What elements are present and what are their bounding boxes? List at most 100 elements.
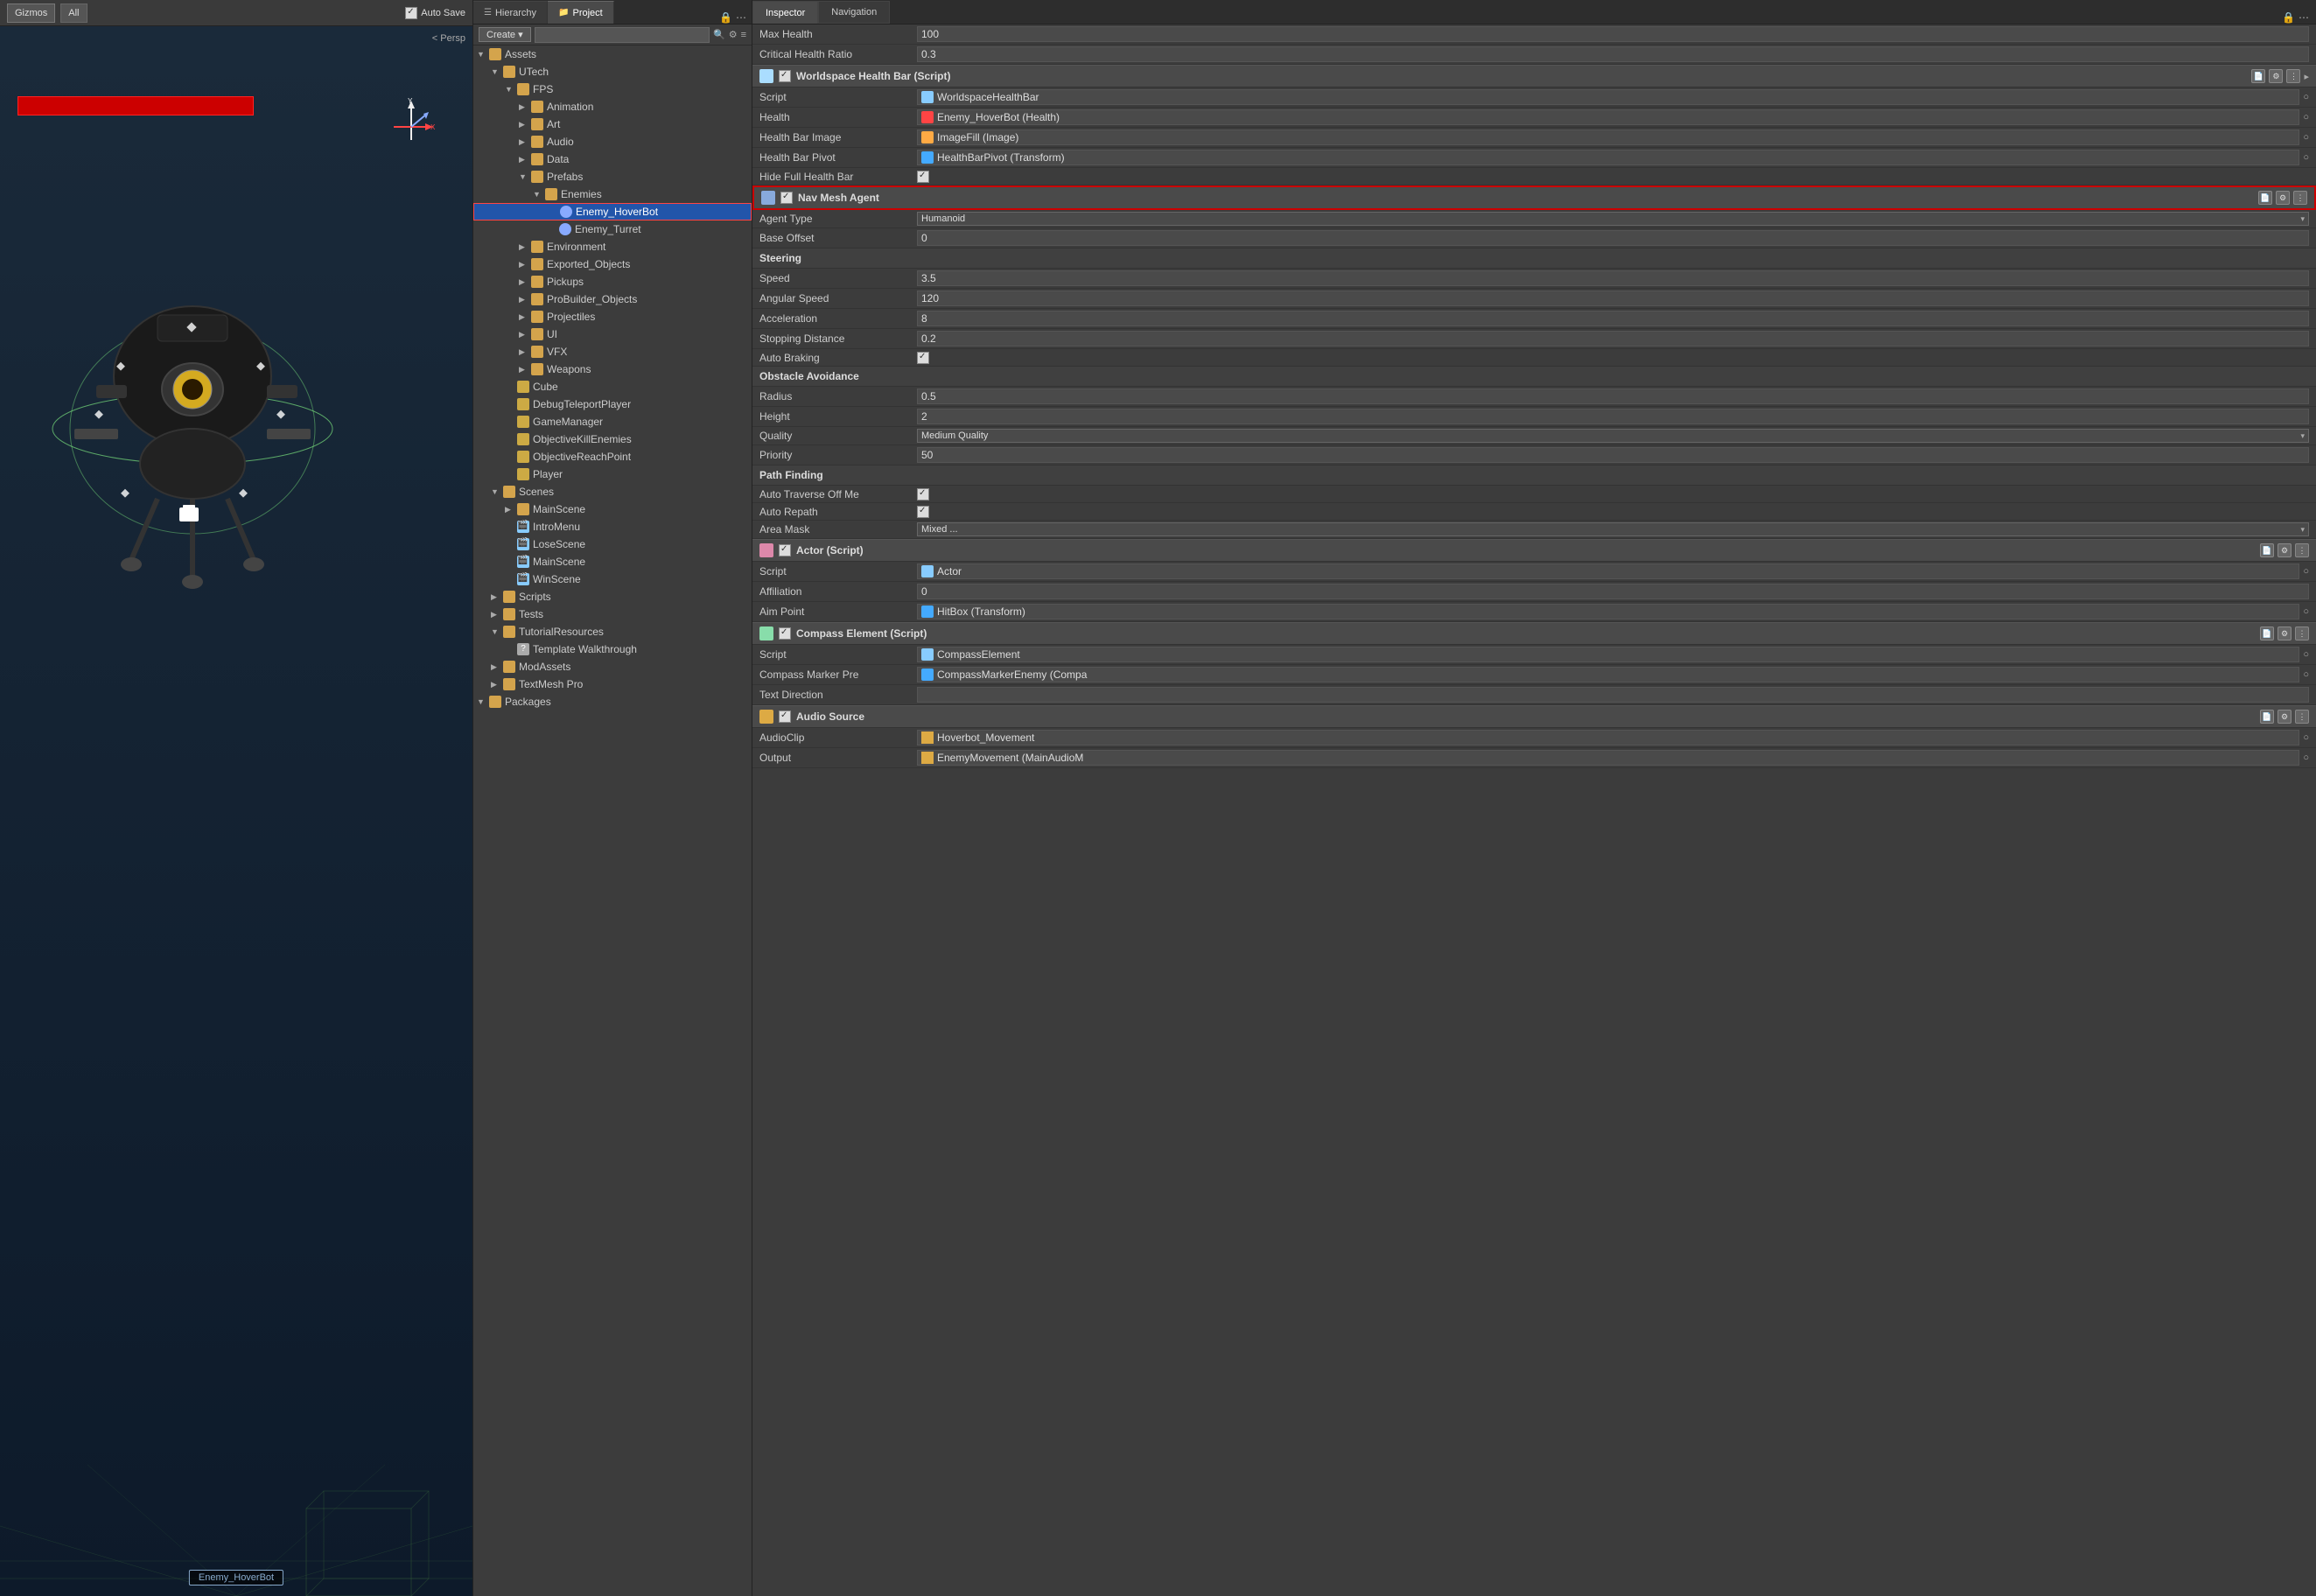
scene-canvas[interactable]: Y X: [0, 26, 472, 1596]
worldspace-gear-icon[interactable]: ⚙: [2269, 69, 2283, 83]
navmesh-edit-icon[interactable]: 📄: [2258, 191, 2272, 205]
tree-item-pickups[interactable]: ▶Pickups: [473, 273, 752, 290]
worldspace-enabled-checkbox[interactable]: [779, 70, 791, 82]
tree-item-tutorialresources[interactable]: ▼TutorialResources: [473, 623, 752, 640]
auto-save-toggle[interactable]: Auto Save: [405, 7, 465, 19]
tree-item-probuilder_objects[interactable]: ▶ProBuilder_Objects: [473, 290, 752, 308]
compass-gear-icon[interactable]: ⚙: [2278, 626, 2292, 640]
lock-icon[interactable]: 🔒: [719, 11, 732, 24]
tree-item-player[interactable]: Player: [473, 466, 752, 483]
agent-type-dropdown[interactable]: Humanoid ▾: [917, 212, 2309, 226]
health-value[interactable]: Enemy_HoverBot (Health): [917, 109, 2299, 125]
tree-item-debugteleportplayer[interactable]: DebugTeleportPlayer: [473, 396, 752, 413]
search-input[interactable]: [535, 27, 710, 43]
tree-item-textmeshpro[interactable]: ▶TextMesh Pro: [473, 676, 752, 693]
tree-item-enemy_turret[interactable]: Enemy_Turret: [473, 220, 752, 238]
tree-item-objectivereachpoint[interactable]: ObjectiveReachPoint: [473, 448, 752, 466]
acceleration-value[interactable]: 8: [917, 311, 2309, 326]
actor-enabled-checkbox[interactable]: [779, 544, 791, 556]
tree-item-ui[interactable]: ▶UI: [473, 326, 752, 343]
area-mask-dropdown[interactable]: Mixed ... ▾: [917, 522, 2309, 536]
compass-section[interactable]: Compass Element (Script) 📄 ⚙ ⋮: [752, 622, 2316, 645]
tree-item-winscene[interactable]: 🎬WinScene: [473, 570, 752, 588]
tab-project[interactable]: 📁 Project: [548, 1, 614, 24]
height-value[interactable]: 2: [917, 409, 2309, 424]
tree-item-cube[interactable]: Cube: [473, 378, 752, 396]
tree-item-vfx[interactable]: ▶VFX: [473, 343, 752, 360]
priority-value[interactable]: 50: [917, 447, 2309, 463]
worldspace-healthbar-section[interactable]: Worldspace Health Bar (Script) 📄 ⚙ ⋮ ▸: [752, 65, 2316, 88]
tree-item-losescene[interactable]: 🎬LoseScene: [473, 536, 752, 553]
tree-item-projectiles[interactable]: ▶Projectiles: [473, 308, 752, 326]
tree-item-weapons[interactable]: ▶Weapons: [473, 360, 752, 378]
auto-braking-checkbox[interactable]: [917, 352, 929, 364]
worldspace-edit-icon[interactable]: 📄: [2251, 69, 2265, 83]
tab-inspector[interactable]: Inspector: [752, 1, 818, 24]
tree-item-prefabs[interactable]: ▼Prefabs: [473, 168, 752, 186]
compass-marker-value[interactable]: CompassMarkerEnemy (Compa: [917, 667, 2299, 682]
tree-item-template_walkthrough[interactable]: ?Template Walkthrough: [473, 640, 752, 658]
more-icon[interactable]: ⋯: [736, 11, 746, 24]
actor-section[interactable]: Actor (Script) 📄 ⚙ ⋮: [752, 539, 2316, 562]
tree-item-scripts[interactable]: ▶Scripts: [473, 588, 752, 606]
tree-item-enemies[interactable]: ▼Enemies: [473, 186, 752, 203]
output-value[interactable]: EnemyMovement (MainAudioM: [917, 750, 2299, 766]
compass-script-value[interactable]: CompassElement: [917, 647, 2299, 662]
base-offset-value[interactable]: 0: [917, 230, 2309, 246]
audio-enabled-checkbox[interactable]: [779, 710, 791, 723]
tree-item-assets[interactable]: ▼Assets: [473, 46, 752, 63]
quality-dropdown[interactable]: Medium Quality ▾: [917, 429, 2309, 443]
worldspace-more-icon[interactable]: ⋮: [2286, 69, 2300, 83]
worldspace-expand-icon[interactable]: ▸: [2304, 71, 2309, 82]
tree-item-packages[interactable]: ▼Packages: [473, 693, 752, 710]
aim-point-value[interactable]: HitBox (Transform): [917, 604, 2299, 620]
actor-gear-icon[interactable]: ⚙: [2278, 543, 2292, 557]
tree-item-intromenu[interactable]: 🎬IntroMenu: [473, 518, 752, 536]
compass-edit-icon[interactable]: 📄: [2260, 626, 2274, 640]
search-icon[interactable]: 🔍: [713, 29, 725, 40]
tree-item-gamemanager[interactable]: GameManager: [473, 413, 752, 430]
critical-health-value[interactable]: 0.3: [917, 46, 2309, 62]
tree-item-utech[interactable]: ▼UTech: [473, 63, 752, 80]
ws-script-value[interactable]: WorldspaceHealthBar: [917, 89, 2299, 105]
tree-item-tests[interactable]: ▶Tests: [473, 606, 752, 623]
gizmos-button[interactable]: Gizmos: [7, 4, 55, 23]
navmesh-more-icon[interactable]: ⋮: [2293, 191, 2307, 205]
navmesh-enabled-checkbox[interactable]: [780, 192, 793, 204]
tree-item-modassets[interactable]: ▶ModAssets: [473, 658, 752, 676]
tree-item-fps[interactable]: ▼FPS: [473, 80, 752, 98]
audio-more-icon[interactable]: ⋮: [2295, 710, 2309, 724]
auto-repath-checkbox[interactable]: [917, 506, 929, 518]
auto-save-checkbox[interactable]: [405, 7, 417, 19]
tab-navigation[interactable]: Navigation: [818, 1, 890, 24]
tree-item-art[interactable]: ▶Art: [473, 116, 752, 133]
navmesh-gear-icon[interactable]: ⚙: [2276, 191, 2290, 205]
affiliation-value[interactable]: 0: [917, 584, 2309, 599]
actor-script-value[interactable]: Actor: [917, 564, 2299, 579]
inspector-more-icon[interactable]: ⋯: [2299, 11, 2309, 24]
compass-enabled-checkbox[interactable]: [779, 627, 791, 640]
tree-item-environment[interactable]: ▶Environment: [473, 238, 752, 256]
angular-speed-value[interactable]: 120: [917, 290, 2309, 306]
actor-edit-icon[interactable]: 📄: [2260, 543, 2274, 557]
tree-item-enemy_hoverbot[interactable]: Enemy_HoverBot: [473, 203, 752, 220]
radius-value[interactable]: 0.5: [917, 388, 2309, 404]
navmesh-section[interactable]: Nav Mesh Agent 📄 ⚙ ⋮: [752, 186, 2316, 210]
create-button[interactable]: Create ▾: [479, 27, 531, 42]
all-filter[interactable]: All: [60, 4, 87, 23]
healthbar-pivot-value[interactable]: HealthBarPivot (Transform): [917, 150, 2299, 165]
speed-value[interactable]: 3.5: [917, 270, 2309, 286]
tree-item-audio[interactable]: ▶Audio: [473, 133, 752, 150]
tree-item-scenes[interactable]: ▼Scenes: [473, 483, 752, 500]
view-toggle-icon[interactable]: ≡: [741, 30, 746, 40]
tree-item-exported_objects[interactable]: ▶Exported_Objects: [473, 256, 752, 273]
inspector-lock-icon[interactable]: 🔒: [2282, 11, 2295, 24]
audio-section[interactable]: Audio Source 📄 ⚙ ⋮: [752, 705, 2316, 728]
tree-item-animation[interactable]: ▶Animation: [473, 98, 752, 116]
options-icon[interactable]: ⚙: [729, 29, 738, 40]
max-health-value[interactable]: 100: [917, 26, 2309, 42]
stopping-distance-value[interactable]: 0.2: [917, 331, 2309, 346]
tree-item-objectivekillenemies[interactable]: ObjectiveKillEnemies: [473, 430, 752, 448]
tab-hierarchy[interactable]: ☰ Hierarchy: [473, 1, 548, 24]
audio-gear-icon[interactable]: ⚙: [2278, 710, 2292, 724]
